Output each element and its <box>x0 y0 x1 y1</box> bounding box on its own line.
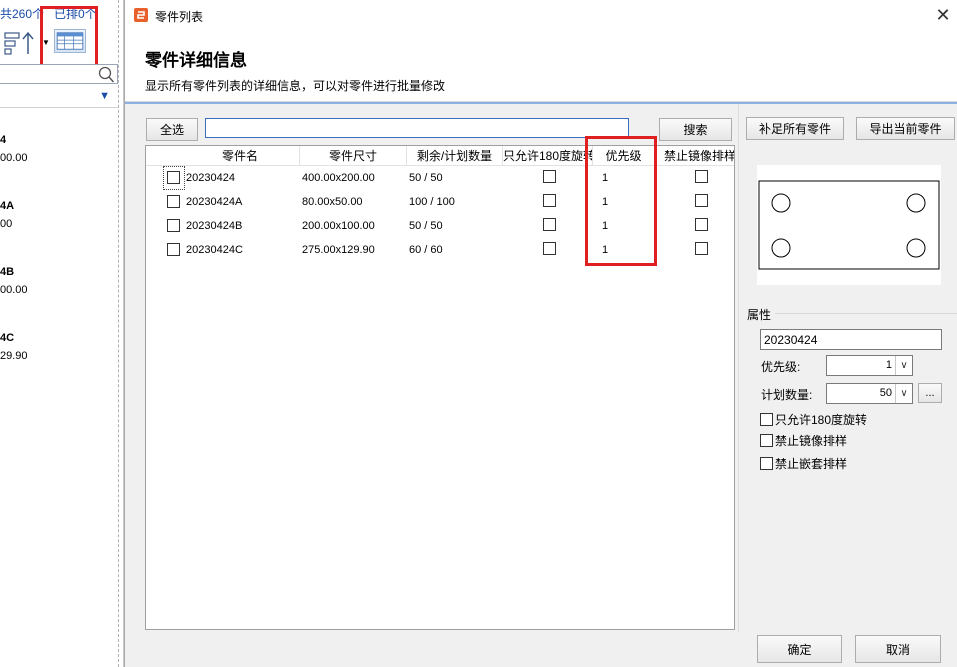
cell-part-size: 200.00x100.00 <box>302 220 375 232</box>
part-preview <box>757 165 941 285</box>
list-item[interactable]: 4A 00 <box>0 200 120 230</box>
sort-icon[interactable] <box>4 30 38 56</box>
no-mirror-label: 禁止镜像排样 <box>775 433 848 448</box>
list-item-name: 4C <box>0 332 15 344</box>
background-filter-combo[interactable]: ▼ <box>0 86 118 108</box>
part-list-dialog: 零件列表 ✕ 零件详细信息 显示所有零件列表的详细信息，可以对零件进行批量修改 … <box>124 0 957 667</box>
row-select-checkbox[interactable] <box>167 243 180 256</box>
dialog-header: 零件详细信息 显示所有零件列表的详细信息，可以对零件进行批量修改 <box>125 30 957 102</box>
row-select-checkbox[interactable] <box>167 219 180 232</box>
export-current-part-button[interactable]: 导出当前零件 <box>856 117 955 140</box>
cancel-button[interactable]: 取消 <box>855 635 941 663</box>
app-logo-icon <box>134 8 148 22</box>
cell-quantity: 50 / 50 <box>409 172 443 184</box>
select-all-button[interactable]: 全选 <box>146 118 198 141</box>
panel-divider <box>118 0 120 667</box>
page-description: 显示所有零件列表的详细信息，可以对零件进行批量修改 <box>145 79 446 93</box>
no-nest-label: 禁止嵌套排样 <box>775 456 848 471</box>
rotate180-checkbox[interactable] <box>760 412 773 426</box>
rotate180-checkbox[interactable] <box>543 242 556 255</box>
no-mirror-checkbox[interactable] <box>695 218 708 231</box>
cell-part-name: 20230424A <box>186 196 243 208</box>
no-nest-option[interactable]: 禁止嵌套排样 <box>760 455 847 471</box>
highlight-box-priority-column <box>585 136 657 266</box>
list-item-size: 00 <box>0 218 13 230</box>
rotate180-option[interactable]: 只允许180度旋转 <box>760 411 867 427</box>
no-mirror-checkbox[interactable] <box>695 194 708 207</box>
list-item[interactable]: 4C 29.90 <box>0 332 120 362</box>
no-mirror-checkbox[interactable] <box>695 170 708 183</box>
cell-part-name: 20230424C <box>186 244 243 256</box>
cell-part-size: 400.00x200.00 <box>302 172 375 184</box>
list-item-size: 00.00 <box>0 284 28 296</box>
no-mirror-checkbox[interactable] <box>760 433 773 447</box>
list-item-name: 4B <box>0 266 15 278</box>
plan-quantity-select[interactable]: 50 ∨ <box>826 383 913 404</box>
column-header-rotate180[interactable]: 只允许180度旋转 <box>503 146 593 166</box>
column-header-part-name[interactable]: 零件名 <box>181 146 300 166</box>
list-item[interactable]: 4 00.00 <box>0 134 120 164</box>
chevron-down-icon[interactable]: ∨ <box>895 384 912 403</box>
priority-select[interactable]: 1 ∨ <box>826 355 913 376</box>
cell-quantity: 50 / 50 <box>409 220 443 232</box>
more-options-button[interactable]: ... <box>918 383 942 403</box>
panel-divider <box>738 104 739 632</box>
part-shape-drawing <box>758 180 940 270</box>
plan-quantity-value: 50 <box>879 387 892 399</box>
close-button[interactable]: ✕ <box>932 4 954 26</box>
background-search-input[interactable] <box>0 64 118 84</box>
cell-part-name: 20230424B <box>186 220 243 232</box>
window-title: 零件列表 <box>155 10 204 24</box>
row-select-checkbox[interactable] <box>167 195 180 208</box>
ok-button[interactable]: 确定 <box>757 635 842 663</box>
chevron-down-icon[interactable]: ▼ <box>99 90 110 102</box>
background-app-panel: 共260个 已排0个 ▼ ▼ 4 00.00 4A 00 4B 00.00 4C… <box>0 0 124 667</box>
column-header-no-mirror[interactable]: 禁止镜像排样 <box>655 146 734 166</box>
rotate180-checkbox[interactable] <box>543 194 556 207</box>
plan-quantity-label: 计划数量: <box>761 388 813 402</box>
properties-divider <box>775 313 957 314</box>
column-header-remaining-planned[interactable]: 剩余/计划数量 <box>407 146 503 166</box>
search-input[interactable] <box>205 118 629 138</box>
list-item-size: 29.90 <box>0 350 28 362</box>
rotate180-label: 只允许180度旋转 <box>775 412 868 427</box>
cell-quantity: 60 / 60 <box>409 244 443 256</box>
no-mirror-option[interactable]: 禁止镜像排样 <box>760 432 847 448</box>
column-header-part-size[interactable]: 零件尺寸 <box>300 146 407 166</box>
search-icon[interactable] <box>97 66 115 84</box>
total-count: 共260个 <box>0 7 45 21</box>
title-bar: 零件列表 ✕ <box>125 0 957 30</box>
row-focus-indicator <box>163 166 185 190</box>
cell-part-name: 20230424 <box>186 172 235 184</box>
search-button[interactable]: 搜索 <box>659 118 732 141</box>
no-mirror-checkbox[interactable] <box>695 242 708 255</box>
list-item[interactable]: 4B 00.00 <box>0 266 120 296</box>
list-item-size: 00.00 <box>0 152 28 164</box>
cell-quantity: 100 / 100 <box>409 196 455 208</box>
header-divider <box>125 102 957 104</box>
chevron-down-icon[interactable]: ∨ <box>895 356 912 375</box>
rotate180-checkbox[interactable] <box>543 218 556 231</box>
list-item-name: 4 <box>0 134 7 146</box>
page-title: 零件详细信息 <box>145 51 247 70</box>
list-item-name: 4A <box>0 200 15 212</box>
cell-part-size: 275.00x129.90 <box>302 244 375 256</box>
priority-label: 优先级: <box>761 360 801 374</box>
properties-section-label: 属性 <box>747 308 772 322</box>
part-name-field[interactable] <box>760 329 942 350</box>
priority-value: 1 <box>885 359 892 371</box>
no-nest-checkbox[interactable] <box>760 456 773 470</box>
cell-part-size: 80.00x50.00 <box>302 196 363 208</box>
rotate180-checkbox[interactable] <box>543 170 556 183</box>
fill-all-parts-button[interactable]: 补足所有零件 <box>746 117 844 140</box>
close-icon: ✕ <box>935 5 951 25</box>
